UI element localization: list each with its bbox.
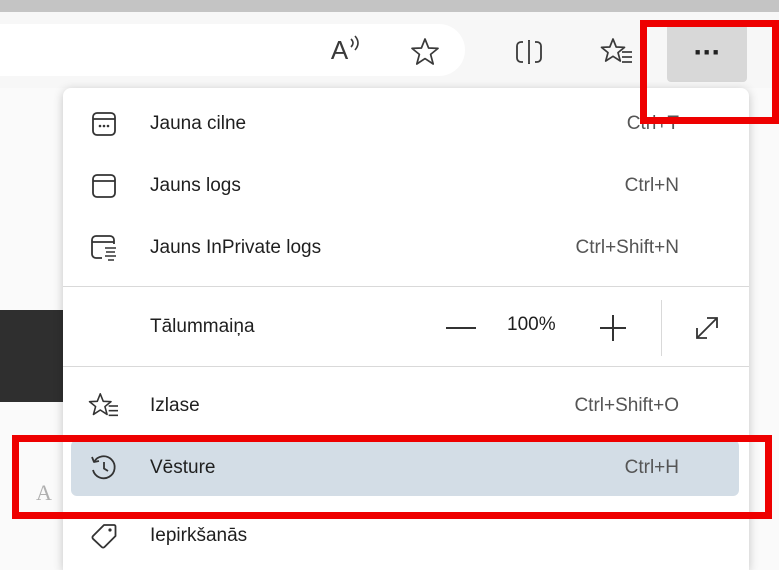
favorites-icon	[87, 389, 121, 423]
read-aloud-icon[interactable]: A	[326, 30, 366, 70]
menu-item-new-window[interactable]: Jauns logs Ctrl+N	[71, 158, 739, 214]
split-screen-icon[interactable]	[509, 32, 549, 72]
menu-item-new-inprivate-window[interactable]: Jauns InPrivate logs Ctrl+Shift+N	[71, 220, 739, 276]
zoom-row: Tālummaiņa 100%	[71, 294, 739, 360]
menu-item-label: Iepirkšanās	[150, 525, 248, 546]
fullscreen-icon[interactable]	[689, 310, 725, 346]
menu-item-label: Jauns InPrivate logs	[150, 237, 322, 258]
zoom-value: 100%	[507, 314, 556, 335]
add-favorite-star-icon[interactable]	[403, 30, 447, 74]
highlight-more-button	[640, 20, 779, 124]
address-bar[interactable]	[0, 24, 465, 76]
new-tab-icon	[87, 107, 121, 141]
window-top-strip	[0, 0, 779, 12]
new-window-icon	[87, 169, 121, 203]
menu-item-shortcut: Ctrl+Shift+N	[575, 237, 679, 258]
zoom-out-button[interactable]	[445, 312, 477, 344]
read-aloud-letter: A	[330, 34, 349, 65]
menu-item-favorites[interactable]: Izlase Ctrl+Shift+O	[71, 378, 739, 434]
favorites-icon[interactable]	[596, 32, 638, 72]
zoom-label: Tālummaiņa	[150, 316, 255, 337]
menu-item-label: Jauns logs	[150, 175, 241, 196]
menu-item-label: Izlase	[150, 395, 200, 416]
highlight-history-item	[12, 435, 772, 519]
shopping-tag-icon	[87, 519, 121, 553]
page-dark-band	[0, 310, 70, 402]
menu-item-shortcut: Ctrl+Shift+O	[574, 395, 679, 416]
menu-item-new-tab[interactable]: Jauna cilne Ctrl+T	[71, 96, 739, 152]
inprivate-window-icon	[87, 231, 121, 265]
zoom-divider	[661, 300, 662, 356]
menu-divider	[63, 366, 749, 367]
menu-divider	[63, 286, 749, 287]
menu-item-shortcut: Ctrl+N	[624, 175, 679, 196]
zoom-in-button[interactable]	[597, 312, 629, 344]
menu-item-label: Jauna cilne	[150, 113, 247, 134]
